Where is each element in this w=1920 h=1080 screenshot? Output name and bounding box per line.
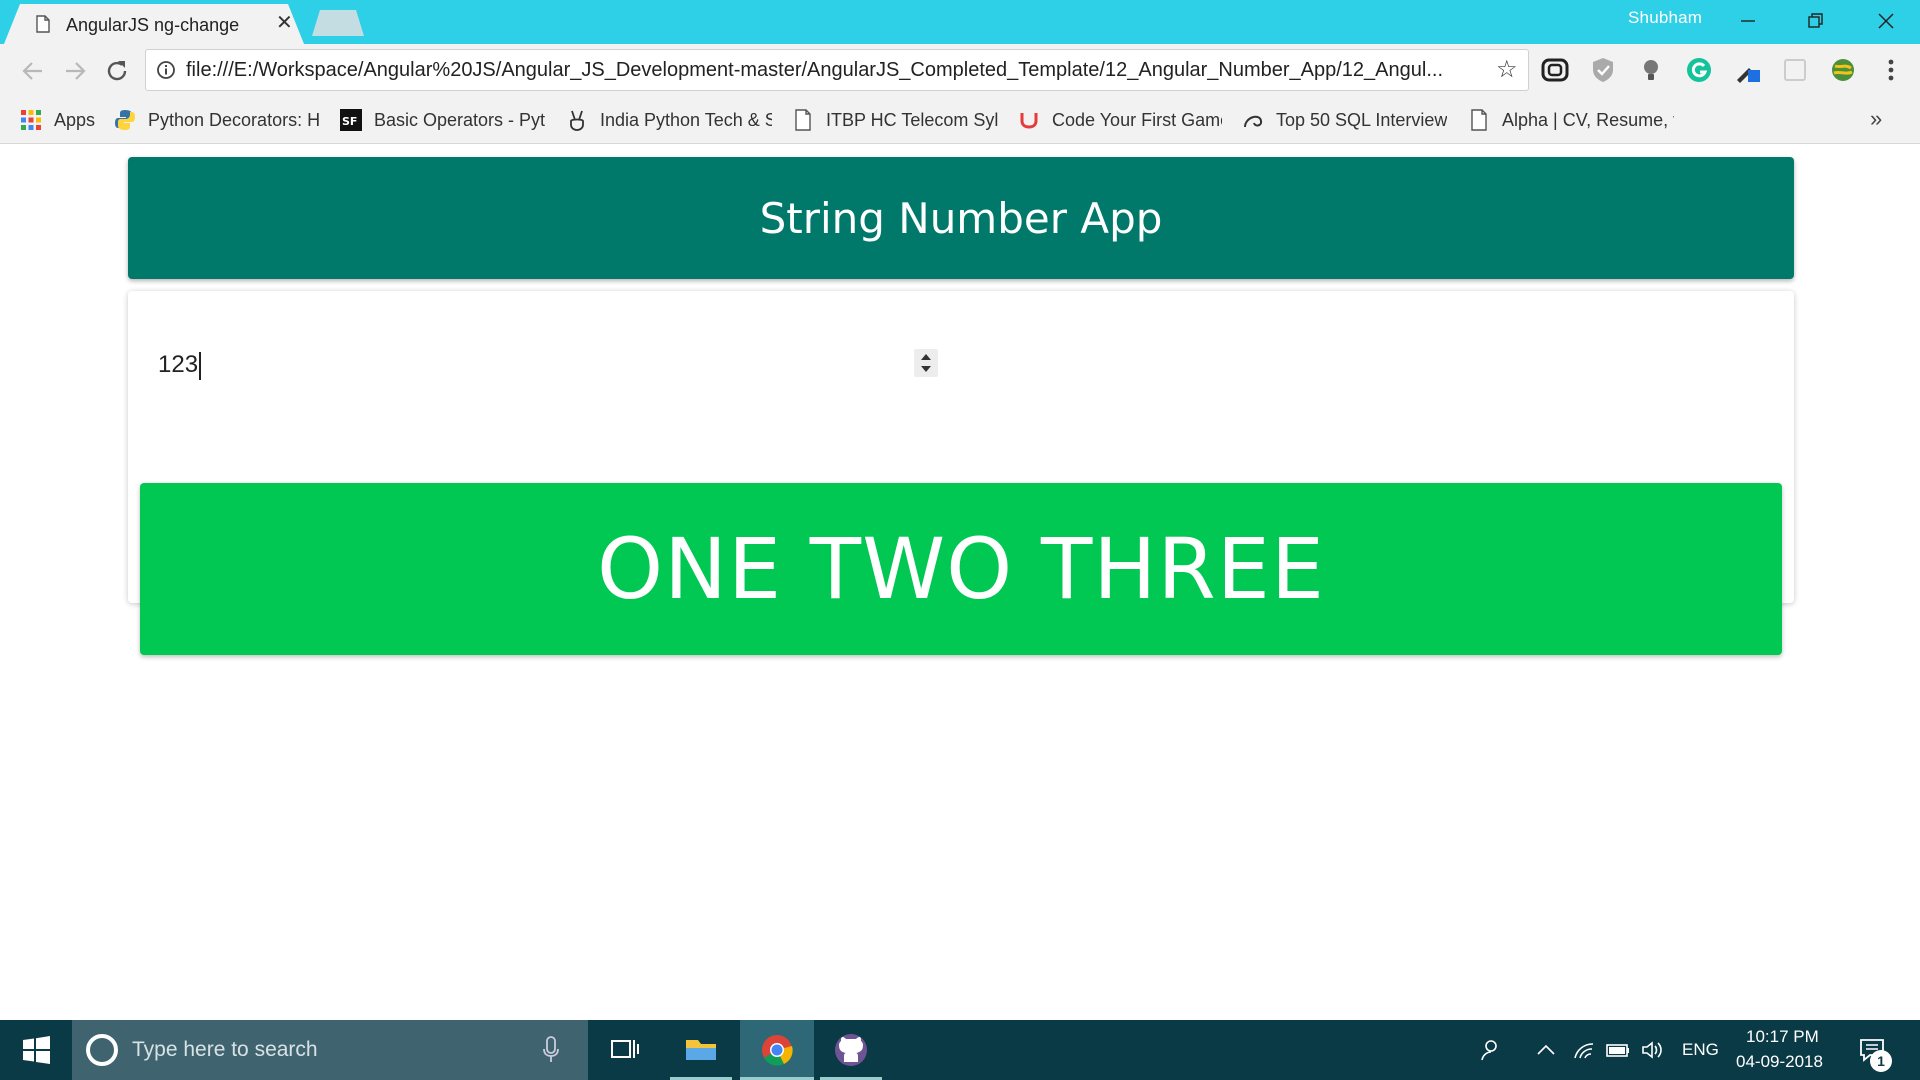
bookmark-itbp[interactable]: ITBP HC Telecom Sylla <box>792 108 998 132</box>
battery-icon[interactable] <box>1606 1038 1630 1062</box>
forward-arrow-icon[interactable] <box>62 58 88 84</box>
chevron-up-icon[interactable] <box>1534 1038 1558 1062</box>
microphone-icon[interactable] <box>542 1036 560 1064</box>
bookmark-top-50-sql[interactable]: Top 50 SQL Interview <box>1242 108 1448 132</box>
swirl-icon <box>1244 115 1263 128</box>
grammarly-icon[interactable] <box>1685 56 1713 84</box>
url-text[interactable]: file:///E:/Workspace/Angular%20JS/Angula… <box>186 59 1476 82</box>
github-icon <box>835 1034 867 1066</box>
bookmark-label: ITBP HC Telecom Sylla <box>826 109 998 130</box>
sf-icon: SF <box>340 109 362 131</box>
number-spinner-icon[interactable] <box>914 349 938 377</box>
restore-button[interactable] <box>1786 0 1846 40</box>
bookmark-star-icon[interactable]: ☆ <box>1496 58 1518 82</box>
clock-date[interactable]: 04-09-2018 <box>1736 1052 1823 1072</box>
task-view-icon[interactable] <box>594 1020 656 1080</box>
bookmark-code-your-first-game[interactable]: Code Your First Game <box>1018 108 1222 132</box>
svg-text:SF: SF <box>342 115 357 128</box>
bookmark-alpha-cv[interactable]: Alpha | CV, Resume, v <box>1468 108 1674 132</box>
shield-icon[interactable] <box>1589 56 1617 84</box>
extension-sync-icon[interactable] <box>1541 56 1569 84</box>
bookmark-apps[interactable]: Apps <box>20 108 110 132</box>
clock-time[interactable]: 10:17 PM <box>1746 1027 1819 1047</box>
lightbulb-icon[interactable] <box>1637 56 1665 84</box>
number-input[interactable]: 123 <box>158 341 938 401</box>
bookmark-label: Apps <box>54 109 96 130</box>
bookmark-python-decorators[interactable]: Python Decorators: H <box>114 108 320 132</box>
udemy-icon <box>1020 113 1038 129</box>
close-window-button[interactable] <box>1856 0 1916 40</box>
globe-extension-icon[interactable] <box>1829 56 1857 84</box>
minimize-button[interactable] <box>1718 0 1778 40</box>
browser-tab-active[interactable]: AngularJS ng-change ✕ <box>4 4 304 44</box>
profile-name[interactable]: Shubham <box>1628 8 1702 28</box>
bookmark-label: Code Your First Game <box>1052 109 1222 130</box>
apps-grid-icon <box>21 110 41 130</box>
bookmark-label: Python Decorators: H <box>148 109 320 130</box>
browser-toolbar: file:///E:/Workspace/Angular%20JS/Angula… <box>0 44 1920 96</box>
page-content: String Number App 123 ONE TWO THREE <box>0 145 1920 1020</box>
victory-hand-icon <box>570 110 584 131</box>
browser-titlebar: AngularJS ng-change ✕ Shubham <box>0 0 1920 44</box>
github-app[interactable] <box>820 1020 882 1080</box>
wifi-icon[interactable] <box>1572 1038 1596 1062</box>
restore-icon <box>1808 13 1823 28</box>
notification-count-badge: 1 <box>1870 1050 1892 1072</box>
info-icon[interactable] <box>156 60 176 80</box>
chrome-icon <box>762 1035 793 1066</box>
python-icon <box>115 110 135 130</box>
bookmark-label: Alpha | CV, Resume, v <box>1502 109 1674 130</box>
extension-box-icon[interactable] <box>1781 56 1809 84</box>
file-explorer-app[interactable] <box>670 1020 732 1080</box>
back-arrow-icon[interactable] <box>20 58 46 84</box>
tab-close-icon[interactable]: ✕ <box>276 12 293 34</box>
page-icon <box>36 15 50 33</box>
close-icon <box>1878 13 1894 29</box>
page-icon <box>795 109 811 131</box>
bookmark-label: India Python Tech & S <box>600 109 772 130</box>
page-title: String Number App <box>759 193 1163 243</box>
windows-taskbar: Type here to search ENG 10:17 PM 04-09-2… <box>0 1020 1920 1080</box>
bookmarks-more-icon[interactable]: » <box>1870 106 1882 132</box>
text-caret <box>199 351 202 380</box>
volume-icon[interactable] <box>1640 1038 1664 1062</box>
tab-title: AngularJS ng-change <box>66 15 240 35</box>
app-header: String Number App <box>128 157 1794 279</box>
taskbar-search-box[interactable]: Type here to search <box>72 1020 588 1080</box>
language-indicator[interactable]: ENG <box>1682 1040 1719 1060</box>
result-text: ONE TWO THREE <box>597 520 1325 618</box>
color-picker-icon[interactable] <box>1733 56 1761 84</box>
page-icon <box>1471 109 1487 131</box>
address-bar[interactable]: file:///E:/Workspace/Angular%20JS/Angula… <box>145 49 1529 91</box>
windows-start-icon[interactable] <box>0 1020 72 1080</box>
menu-dots-icon[interactable] <box>1877 56 1905 84</box>
folder-icon <box>686 1040 716 1060</box>
taskbar-search-placeholder: Type here to search <box>132 1038 318 1061</box>
people-icon[interactable] <box>1478 1038 1502 1062</box>
bookmark-label: Basic Operators - Pyt <box>374 109 546 130</box>
bookmarks-bar: Apps Python Decorators: H SF Basic Opera… <box>0 96 1920 144</box>
minimize-icon <box>1741 20 1755 22</box>
new-tab-button[interactable] <box>312 10 364 36</box>
cortana-icon <box>86 1034 118 1066</box>
reload-icon[interactable] <box>104 58 130 84</box>
bookmark-india-python-tech[interactable]: India Python Tech & S <box>566 108 772 132</box>
chrome-app[interactable] <box>740 1020 814 1080</box>
bookmark-basic-operators[interactable]: SF Basic Operators - Pyt <box>340 108 546 132</box>
result-banner: ONE TWO THREE <box>140 483 1782 655</box>
number-input-value[interactable]: 123 <box>158 351 202 380</box>
bookmark-label: Top 50 SQL Interview <box>1276 109 1448 130</box>
number-value-text: 123 <box>158 351 199 378</box>
